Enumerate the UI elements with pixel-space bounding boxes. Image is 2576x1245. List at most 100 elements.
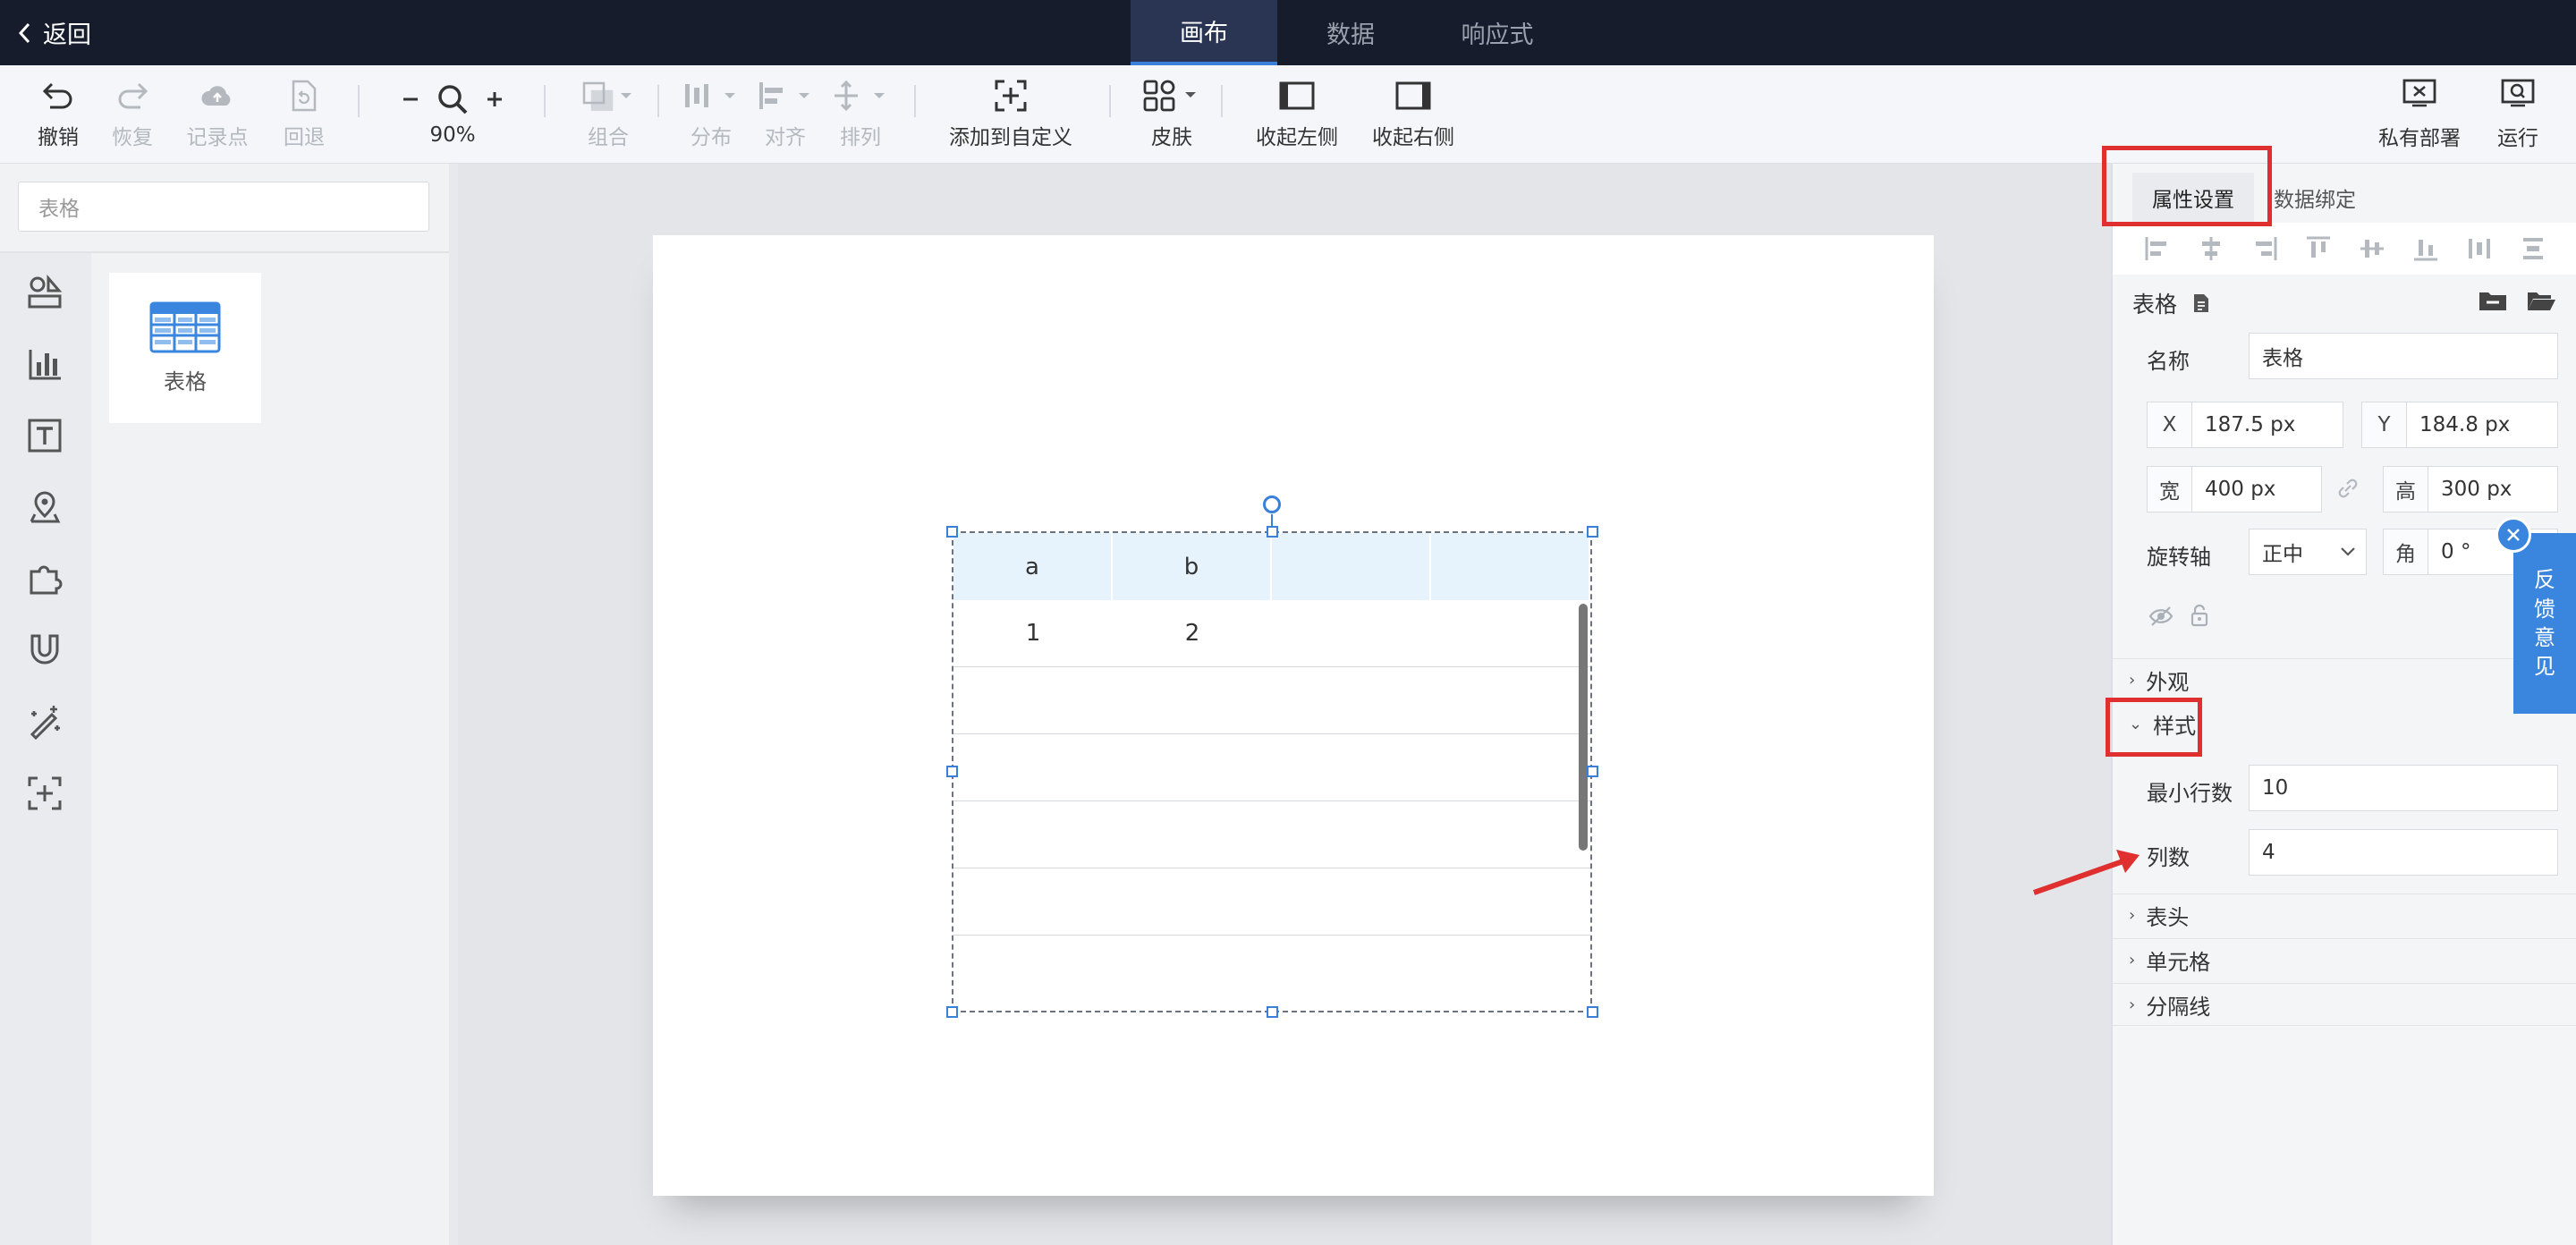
columns-input[interactable]: 4 xyxy=(2249,829,2558,876)
redo-button[interactable]: 恢复 xyxy=(101,65,164,164)
rollback-button[interactable]: 回退 xyxy=(273,65,335,164)
component-actions xyxy=(2478,289,2556,312)
text-icon[interactable] xyxy=(27,418,63,453)
x-input[interactable]: X 187.5 px xyxy=(2147,402,2343,448)
tab-responsive[interactable]: 响应式 xyxy=(1424,0,1571,65)
lock-open-icon[interactable] xyxy=(2190,604,2209,627)
collapse-right-label: 收起右侧 xyxy=(1372,126,1454,149)
feedback-char: 馈 xyxy=(2534,596,2555,622)
distribute-button[interactable]: 分布 xyxy=(675,65,747,164)
toolbar-divider xyxy=(914,85,916,117)
shapes-icon[interactable] xyxy=(27,274,63,310)
selection-frame xyxy=(952,531,1592,1012)
height-input[interactable]: 高 300 px xyxy=(2383,466,2558,512)
annotation-box-style xyxy=(2106,698,2202,757)
custom-component-icon[interactable] xyxy=(27,775,63,811)
component-search-input[interactable]: 表格 xyxy=(18,182,429,232)
chevron-right-icon: › xyxy=(2129,951,2136,970)
map-pin-icon[interactable] xyxy=(27,489,63,525)
arrange-label: 排列 xyxy=(840,126,881,149)
resize-handle-nw[interactable] xyxy=(946,526,958,538)
align-right-icon[interactable] xyxy=(2251,235,2278,262)
tab-data[interactable]: 数据 xyxy=(1277,0,1424,65)
name-input[interactable]: 表格 xyxy=(2249,333,2558,379)
skin-grid-icon xyxy=(1143,80,1196,112)
arrange-button[interactable]: 排列 xyxy=(825,65,896,164)
link-aspect-icon[interactable] xyxy=(2336,477,2360,500)
add-to-custom-button[interactable]: 添加到自定义 xyxy=(939,65,1082,164)
align-button[interactable]: 对齐 xyxy=(750,65,821,164)
resize-handle-e[interactable] xyxy=(1587,766,1598,777)
rotate-axis-label: 旋转轴 xyxy=(2147,545,2211,570)
document-icon[interactable] xyxy=(2191,292,2211,314)
magnet-icon[interactable] xyxy=(27,632,63,668)
tab-canvas[interactable]: 画布 xyxy=(1131,0,1277,65)
checkpoint-button[interactable]: 记录点 xyxy=(182,65,253,164)
resize-handle-se[interactable] xyxy=(1587,1006,1598,1018)
undo-button[interactable]: 撤销 xyxy=(27,65,89,164)
collapse-left-icon xyxy=(1279,81,1315,110)
name-value: 表格 xyxy=(2262,347,2303,370)
tab-data-binding[interactable]: 数据绑定 xyxy=(2254,173,2376,223)
distribute-v-icon[interactable] xyxy=(2520,235,2546,262)
main-tabs: 画布 数据 响应式 xyxy=(1131,0,1571,65)
private-deploy-label: 私有部署 xyxy=(2378,127,2461,150)
distribute-label: 分布 xyxy=(691,126,732,149)
toolbar-divider xyxy=(1221,85,1223,117)
align-middle-v-icon[interactable] xyxy=(2359,235,2385,262)
min-rows-input[interactable]: 10 xyxy=(2249,765,2558,811)
rotate-handle[interactable] xyxy=(1263,495,1281,513)
skin-label: 皮肤 xyxy=(1151,126,1192,149)
chart-icon[interactable] xyxy=(27,346,63,382)
section-divider[interactable]: › 分隔线 xyxy=(2113,983,2576,1026)
align-top-icon[interactable] xyxy=(2305,235,2332,262)
y-value: 184.8 px xyxy=(2419,413,2511,436)
table-component-label: 表格 xyxy=(164,369,207,394)
toolbar-divider xyxy=(1109,85,1111,117)
collapse-left-label: 收起左侧 xyxy=(1256,126,1338,149)
plugin-icon[interactable] xyxy=(27,561,63,597)
feedback-char: 意 xyxy=(2534,625,2555,650)
collapse-right-button[interactable]: 收起右侧 xyxy=(1364,65,1462,164)
cloud-upload-icon xyxy=(201,86,231,106)
magic-wand-icon[interactable] xyxy=(27,704,63,741)
section-cell[interactable]: › 单元格 xyxy=(2113,938,2576,981)
section-appearance[interactable]: › 外观 xyxy=(2113,658,2576,701)
folder-open-icon[interactable] xyxy=(2526,289,2556,312)
zoom-out-icon[interactable] xyxy=(402,90,419,108)
zoom-in-icon[interactable] xyxy=(486,90,504,108)
feedback-char: 反 xyxy=(2534,567,2555,593)
folder-collapse-icon[interactable] xyxy=(2478,289,2508,312)
private-deploy-button[interactable]: 私有部署 xyxy=(2370,65,2469,164)
feedback-button[interactable]: 反 馈 意 见 xyxy=(2513,533,2576,714)
component-title: 表格 xyxy=(2132,287,2211,319)
resize-handle-n[interactable] xyxy=(1267,526,1278,538)
section-header[interactable]: › 表头 xyxy=(2113,894,2576,936)
y-input[interactable]: Y 184.8 px xyxy=(2361,402,2558,448)
annotation-box-properties xyxy=(2102,146,2272,226)
back-button[interactable]: 返回 xyxy=(16,0,91,65)
distribute-h-icon[interactable] xyxy=(2466,235,2493,262)
height-label: 高 xyxy=(2384,467,2428,512)
group-button[interactable]: 组合 xyxy=(572,65,644,164)
resize-handle-sw[interactable] xyxy=(946,1006,958,1018)
section-cell-label: 单元格 xyxy=(2146,950,2211,975)
back-label: 返回 xyxy=(43,21,91,49)
align-left-icon[interactable] xyxy=(2144,235,2171,262)
resize-handle-ne[interactable] xyxy=(1587,526,1598,538)
undo-icon xyxy=(42,82,72,109)
feedback-close-button[interactable] xyxy=(2496,517,2531,553)
run-button[interactable]: 运行 xyxy=(2482,65,2554,164)
rollback-file-icon xyxy=(292,80,317,112)
align-bottom-icon[interactable] xyxy=(2412,235,2439,262)
skin-button[interactable]: 皮肤 xyxy=(1136,65,1208,164)
resize-handle-s[interactable] xyxy=(1267,1006,1278,1018)
visibility-off-icon[interactable] xyxy=(2148,606,2174,627)
resize-handle-w[interactable] xyxy=(946,766,958,777)
align-label: 对齐 xyxy=(765,126,806,149)
table-component-card[interactable]: 表格 xyxy=(109,273,261,423)
width-input[interactable]: 宽 400 px xyxy=(2147,466,2322,512)
align-center-h-icon[interactable] xyxy=(2198,235,2224,262)
rotate-axis-select[interactable]: 正中 xyxy=(2249,529,2367,575)
collapse-left-button[interactable]: 收起左侧 xyxy=(1248,65,1346,164)
